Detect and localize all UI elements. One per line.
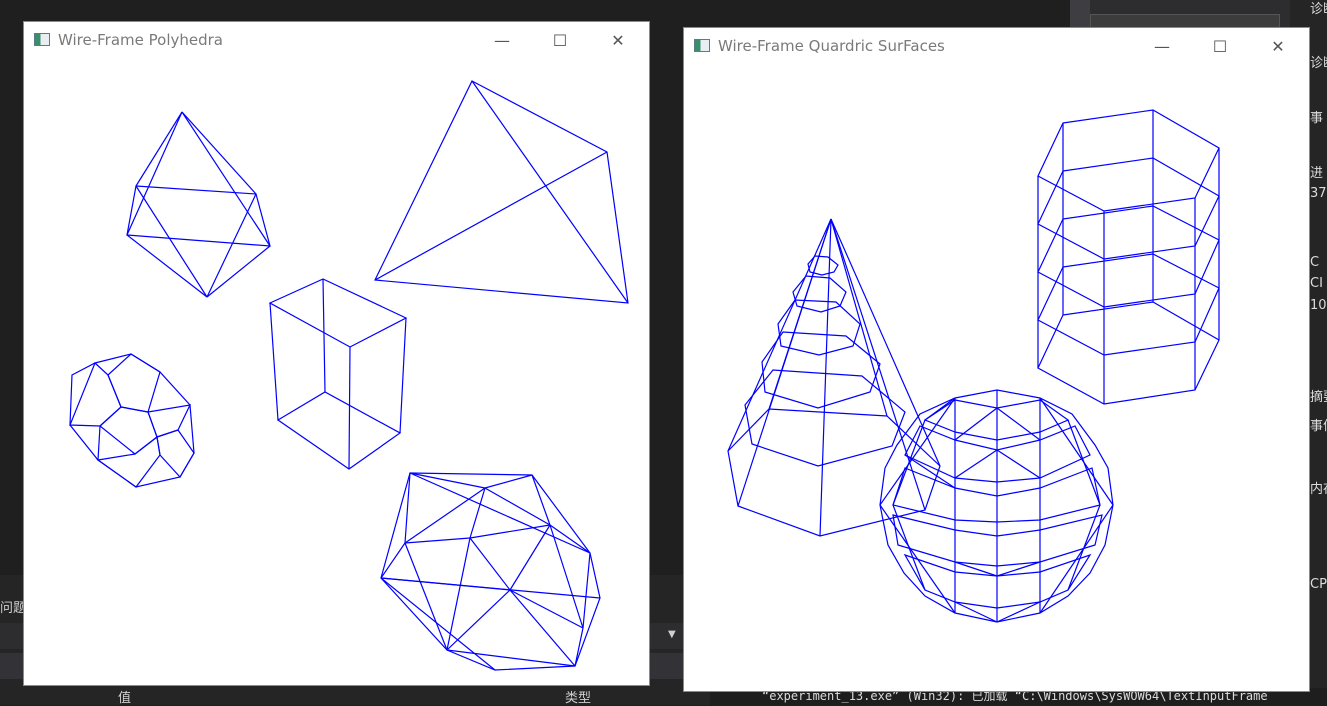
- octahedron-wireframe: [126, 111, 271, 298]
- sphere-wireframe: [879, 389, 1114, 623]
- cpu-value: 100: [1310, 298, 1327, 313]
- problems-tab[interactable]: 问题: [0, 597, 26, 616]
- window-title: Wire-Frame Quardric SurFaces: [718, 37, 945, 55]
- tetrahedron-wireframe: [374, 80, 629, 304]
- cylinder-wireframe: [1037, 109, 1220, 405]
- dropdown-arrow-icon[interactable]: ▼: [668, 629, 676, 640]
- process-label: 进: [1310, 166, 1324, 181]
- maximize-button[interactable]: ☐: [537, 22, 583, 58]
- minimize-button[interactable]: —: [1139, 28, 1185, 64]
- close-button[interactable]: ✕: [595, 22, 641, 58]
- events-label: 事: [1310, 111, 1324, 126]
- quadric-window[interactable]: Wire-Frame Quardric SurFaces — ☐ ✕: [684, 28, 1309, 691]
- process-value: 37: [1310, 186, 1327, 201]
- window-title: Wire-Frame Polyhedra: [58, 31, 223, 49]
- polyhedra-window[interactable]: Wire-Frame Polyhedra — ☐ ✕: [24, 22, 649, 685]
- events-tab[interactable]: 事件: [1310, 415, 1327, 434]
- app-icon: [694, 39, 710, 52]
- cube-wireframe: [268, 278, 408, 470]
- cpu-tab[interactable]: CPU: [1310, 577, 1327, 592]
- type-column-header: 类型: [565, 691, 592, 706]
- title-bar[interactable]: Wire-Frame Polyhedra — ☐ ✕: [24, 22, 649, 58]
- app-icon: [34, 33, 50, 46]
- dodecahedron-wireframe: [69, 353, 195, 488]
- summary-tab[interactable]: 摘要: [1310, 386, 1327, 405]
- minimize-button[interactable]: —: [479, 22, 525, 58]
- diag-label: 诊断: [1310, 56, 1327, 71]
- close-button[interactable]: ✕: [1255, 28, 1301, 64]
- memory-tab[interactable]: 内存: [1310, 478, 1327, 497]
- title-bar[interactable]: Wire-Frame Quardric SurFaces — ☐ ✕: [684, 28, 1309, 64]
- polyhedra-canvas: [69, 80, 629, 671]
- cpu-label: C: [1310, 255, 1320, 270]
- cone-wireframe: [727, 218, 941, 537]
- quadric-canvas: [727, 109, 1220, 623]
- value-column-header: 值: [118, 691, 132, 706]
- maximize-button[interactable]: ☐: [1197, 28, 1243, 64]
- icosahedron-wireframe: [380, 472, 601, 671]
- cpu-label: CI: [1310, 276, 1323, 291]
- diag-label: 诊断: [1310, 2, 1327, 17]
